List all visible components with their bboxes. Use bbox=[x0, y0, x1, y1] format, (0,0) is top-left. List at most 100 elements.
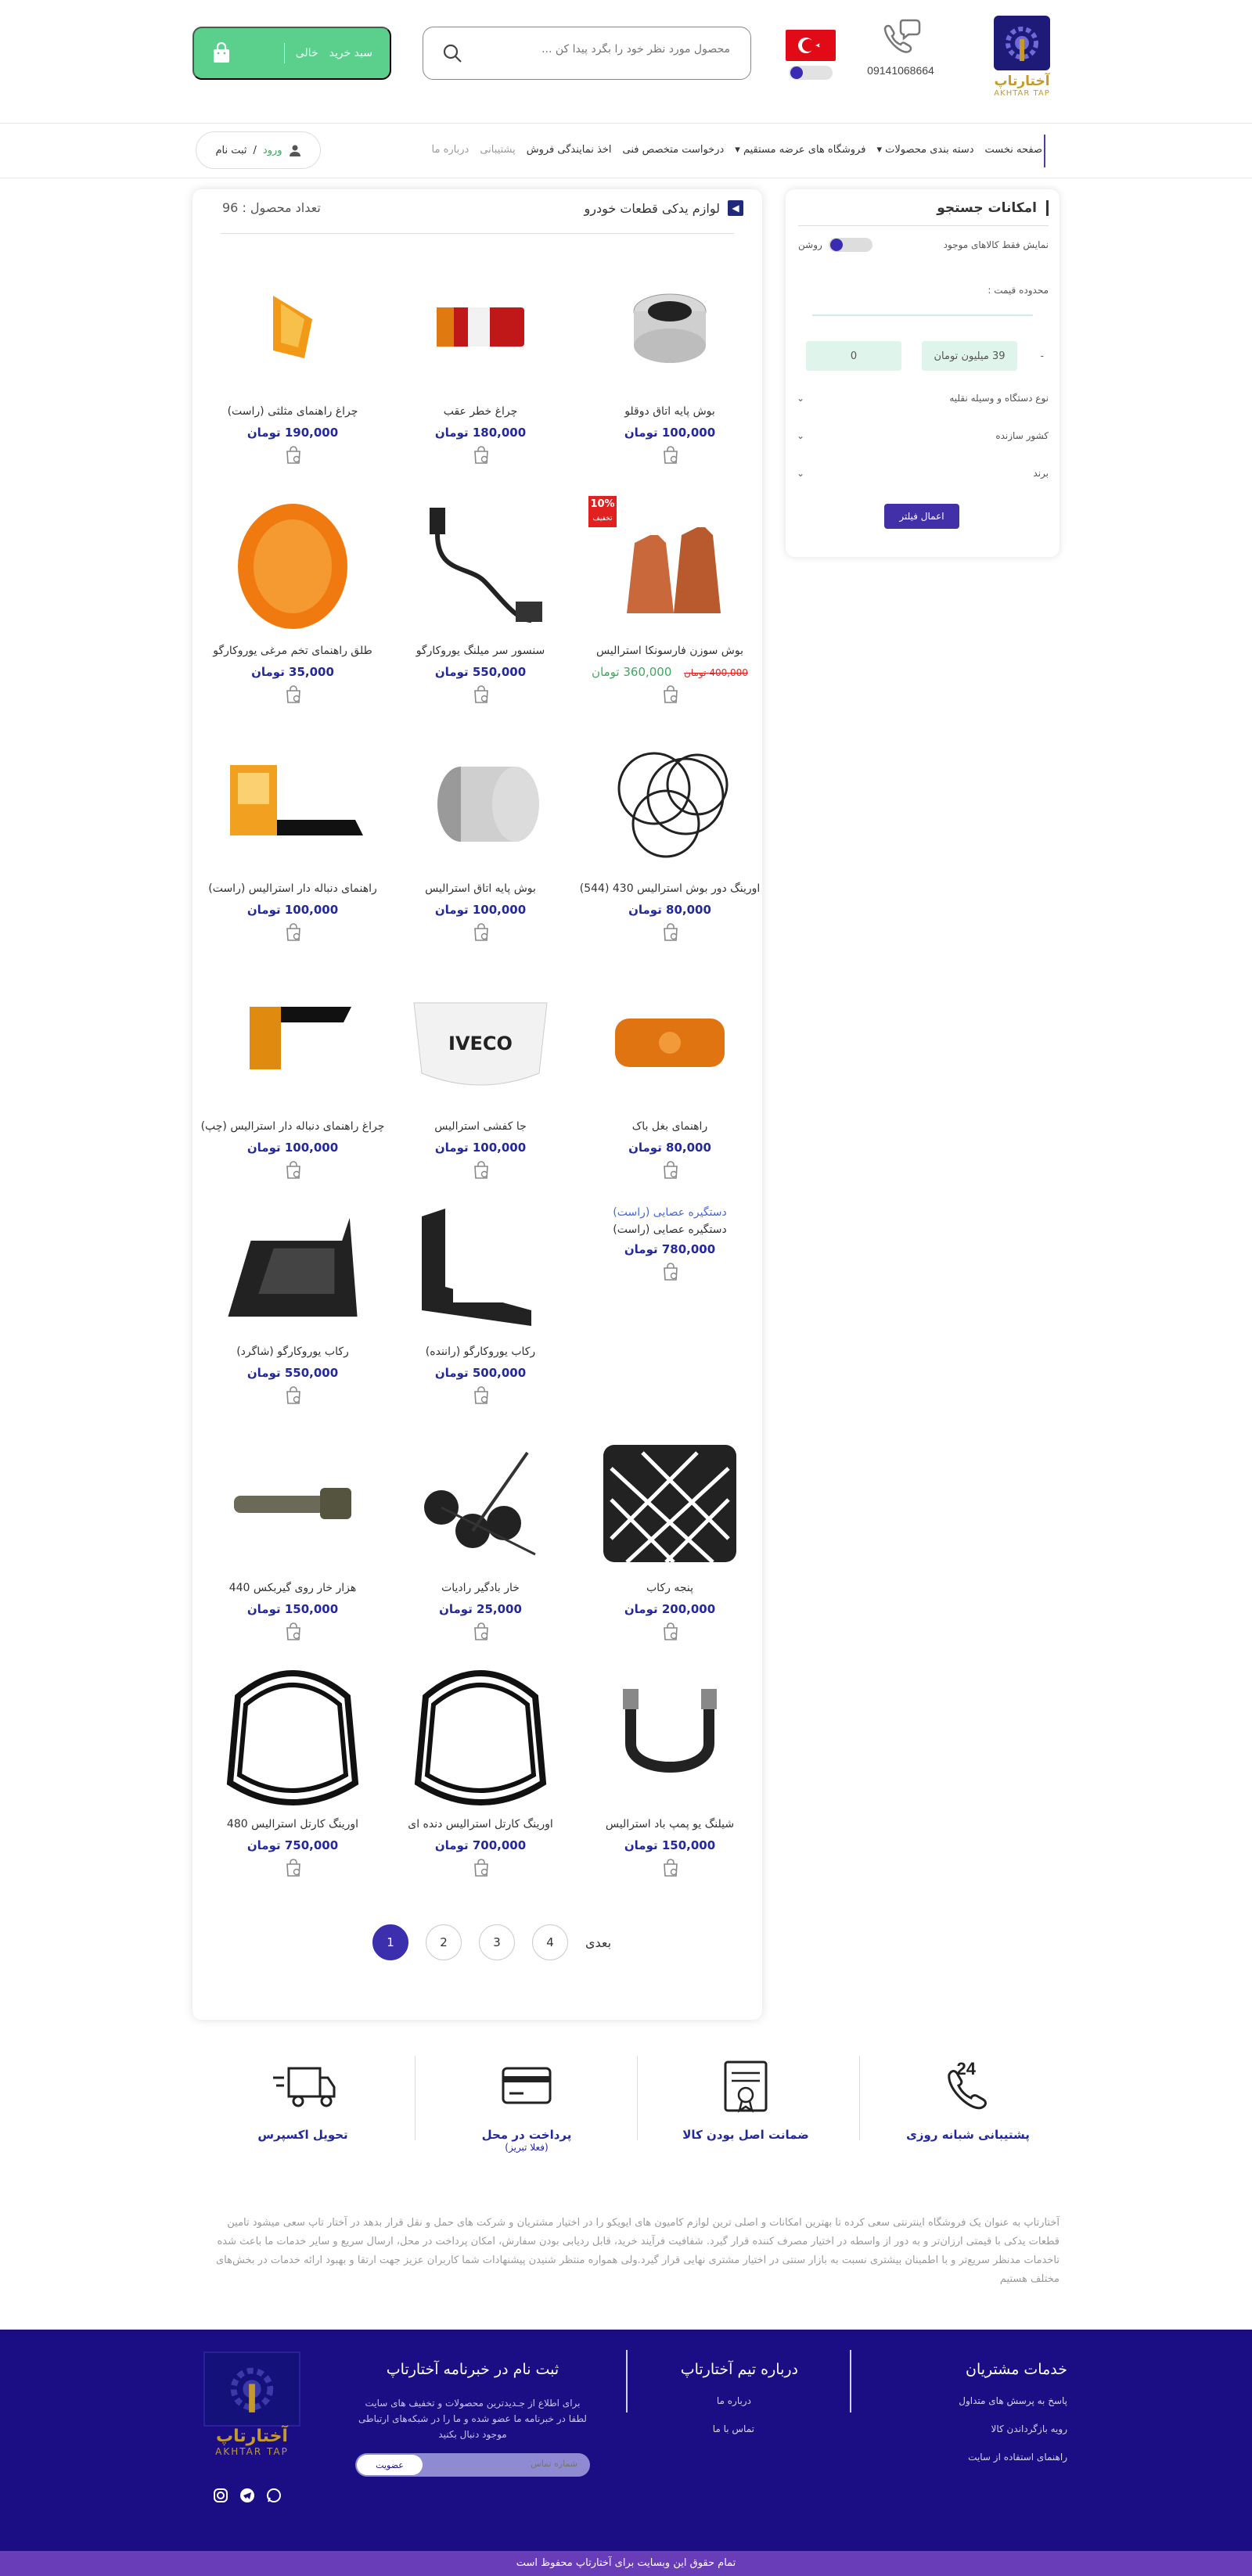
product-card[interactable]: IVECO جا کفشی استرالیس 100,000 تومان bbox=[388, 972, 573, 1206]
footer-link-contact[interactable]: تماس با ما bbox=[642, 2423, 754, 2434]
add-to-cart-icon[interactable] bbox=[285, 1622, 302, 1644]
next-page-link[interactable]: بعدی bbox=[585, 1935, 611, 1950]
footer-link-guide[interactable]: راهنمای استفاده از سایت bbox=[911, 2452, 1067, 2463]
nav-support[interactable]: پشتیبانی bbox=[480, 144, 515, 156]
product-image[interactable] bbox=[590, 1669, 750, 1810]
product-image[interactable] bbox=[590, 734, 750, 875]
register-link[interactable]: ثبت نام bbox=[215, 145, 246, 156]
add-to-cart-icon[interactable] bbox=[285, 446, 302, 468]
whatsapp-icon[interactable] bbox=[266, 2488, 282, 2506]
product-card[interactable]: اورینگ کارتل استرالیس 480 750,000 تومان bbox=[200, 1669, 385, 1904]
product-card[interactable]: رکاب یوروکارگو (شاگرد) 550,000 تومان bbox=[200, 1197, 385, 1432]
add-to-cart-icon[interactable] bbox=[662, 685, 679, 707]
add-to-cart-icon[interactable] bbox=[662, 1263, 679, 1284]
product-card[interactable]: چراغ خطر عقب 180,000 تومان bbox=[388, 257, 573, 491]
product-name[interactable]: شیلنگ یو پمپ باد استرالیس bbox=[577, 1818, 762, 1831]
price-max-box[interactable]: 39 میلیون تومان bbox=[922, 341, 1017, 371]
add-to-cart-icon[interactable] bbox=[473, 1386, 490, 1408]
nav-categories[interactable]: دسته بندی محصولات ▾ bbox=[876, 144, 973, 156]
product-card[interactable]: طلق راهنمای تخم مرغی یوروکارگو 35,000 توم… bbox=[200, 496, 385, 731]
nav-home[interactable]: صفحه نخست bbox=[985, 144, 1042, 156]
add-to-cart-icon[interactable] bbox=[285, 923, 302, 945]
newsletter-phone-input[interactable] bbox=[429, 2459, 577, 2469]
product-name[interactable]: جا کفشی استرالیس bbox=[388, 1120, 573, 1133]
search-input[interactable] bbox=[487, 43, 730, 56]
product-card[interactable]: راهنمای بغل باک 80,000 تومان bbox=[577, 972, 762, 1206]
product-name[interactable]: راهنمای دنباله دار استرالیس (راست) bbox=[200, 882, 385, 895]
product-card[interactable]: اورینگ کارتل استرالیس دنده ای 700,000 توم… bbox=[388, 1669, 573, 1904]
product-image[interactable] bbox=[213, 1669, 372, 1810]
add-to-cart-icon[interactable] bbox=[473, 923, 490, 945]
nav-about[interactable]: درباره ما bbox=[432, 144, 470, 156]
product-image[interactable] bbox=[213, 1197, 372, 1338]
product-name[interactable]: سنسور سر میلنگ یوروکارگو bbox=[388, 645, 573, 657]
product-image[interactable] bbox=[401, 1669, 560, 1810]
apply-filter-button[interactable]: اعمال فیلتر bbox=[884, 504, 959, 529]
add-to-cart-icon[interactable] bbox=[473, 1622, 490, 1644]
product-image[interactable] bbox=[401, 496, 560, 637]
product-image[interactable] bbox=[213, 972, 372, 1112]
footer-logo[interactable]: آختارتاپ AKHTAR TAP bbox=[200, 2351, 304, 2461]
filter-brand[interactable]: برند ⌄ bbox=[797, 468, 1049, 479]
page-2-button[interactable]: 2 bbox=[426, 1924, 462, 1960]
site-logo[interactable]: آختارتاپ AKHTAR TAP bbox=[992, 16, 1052, 102]
footer-link-about[interactable]: درباره ما bbox=[642, 2395, 751, 2406]
add-to-cart-icon[interactable] bbox=[473, 1161, 490, 1183]
filter-vehicle-type[interactable]: نوع دستگاه و وسیله نقلیه ⌄ bbox=[797, 393, 1049, 404]
product-card[interactable]: بوش پایه اتاق دوقلو 100,000 تومان bbox=[577, 257, 762, 491]
product-name[interactable]: راهنمای بغل باک bbox=[577, 1120, 762, 1133]
product-name[interactable]: دستگیره عصایی (راست) bbox=[577, 1223, 762, 1236]
product-name[interactable]: چراغ خطر عقب bbox=[388, 405, 573, 418]
product-name[interactable]: رکاب یوروکارگو (شاگرد) bbox=[200, 1345, 385, 1358]
add-to-cart-icon[interactable] bbox=[662, 1622, 679, 1644]
add-to-cart-icon[interactable] bbox=[662, 1161, 679, 1183]
product-image[interactable] bbox=[590, 972, 750, 1112]
product-card[interactable]: چراغ راهنمای مثلثی (راست) 190,000 تومان bbox=[200, 257, 385, 491]
support-phone[interactable]: 09141068664 bbox=[859, 17, 942, 77]
nav-tech-request[interactable]: درخواست متخصص فنی bbox=[622, 144, 724, 156]
product-image[interactable] bbox=[401, 1197, 560, 1338]
nav-direct-stores[interactable]: فروشگاه های عرضه مستقیم ▾ bbox=[735, 144, 865, 156]
add-to-cart-icon[interactable] bbox=[285, 685, 302, 707]
product-card[interactable]: شیلنگ یو پمپ باد استرالیس 150,000 تومان bbox=[577, 1669, 762, 1904]
product-image[interactable] bbox=[213, 257, 372, 397]
turkey-flag-icon[interactable] bbox=[786, 30, 836, 61]
cart-button[interactable]: سبد خرید خالی bbox=[192, 27, 391, 80]
product-card[interactable]: چراغ راهنمای دنباله دار استرالیس (چپ) 100… bbox=[200, 972, 385, 1206]
product-name[interactable]: رکاب یوروکارگو (راننده) bbox=[388, 1345, 573, 1358]
product-image[interactable] bbox=[401, 734, 560, 875]
login-link[interactable]: ورود bbox=[263, 145, 282, 156]
product-card[interactable]: اورینگ دور بوش استرالیس 430 (544) 80,000 … bbox=[577, 734, 762, 968]
product-card[interactable]: دستگیره عصایی (راست) دستگیره عصایی (راست)… bbox=[577, 1197, 762, 1432]
product-name[interactable]: چراغ راهنمای مثلثی (راست) bbox=[200, 405, 385, 418]
product-name[interactable]: چراغ راهنمای دنباله دار استرالیس (چپ) bbox=[200, 1120, 385, 1133]
product-image[interactable]: IVECO bbox=[401, 972, 560, 1112]
product-card[interactable]: پنجه رکاب 200,000 تومان bbox=[577, 1433, 762, 1668]
product-name[interactable]: هزار خار روی گیربکس 440 bbox=[200, 1582, 385, 1594]
telegram-icon[interactable] bbox=[239, 2488, 255, 2506]
add-to-cart-icon[interactable] bbox=[473, 685, 490, 707]
search-icon[interactable] bbox=[442, 43, 462, 66]
product-card[interactable]: رکاب یوروکارگو (راننده) 500,000 تومان bbox=[388, 1197, 573, 1432]
add-to-cart-icon[interactable] bbox=[662, 446, 679, 468]
product-name[interactable]: بوش پایه اتاق دوقلو bbox=[577, 405, 762, 418]
footer-link-faq[interactable]: پاسخ به پرسش های متداول bbox=[911, 2395, 1067, 2406]
page-4-button[interactable]: 4 bbox=[532, 1924, 568, 1960]
product-card[interactable]: سنسور سر میلنگ یوروکارگو 550,000 تومان bbox=[388, 496, 573, 731]
add-to-cart-icon[interactable] bbox=[662, 1859, 679, 1881]
product-name[interactable]: خار بادگیر رادیات bbox=[388, 1582, 573, 1594]
product-image[interactable] bbox=[401, 1433, 560, 1574]
product-name[interactable]: اورینگ کارتل استرالیس 480 bbox=[200, 1818, 385, 1831]
product-card[interactable]: راهنمای دنباله دار استرالیس (راست) 100,00… bbox=[200, 734, 385, 968]
add-to-cart-icon[interactable] bbox=[285, 1161, 302, 1183]
add-to-cart-icon[interactable] bbox=[662, 923, 679, 945]
product-image[interactable] bbox=[590, 257, 750, 397]
product-image[interactable] bbox=[213, 1433, 372, 1574]
product-image[interactable] bbox=[590, 1433, 750, 1574]
add-to-cart-icon[interactable] bbox=[285, 1386, 302, 1408]
product-name[interactable]: اورینگ کارتل استرالیس دنده ای bbox=[388, 1818, 573, 1831]
footer-link-return[interactable]: رویه بازگرداندن کالا bbox=[911, 2423, 1067, 2434]
add-to-cart-icon[interactable] bbox=[473, 1859, 490, 1881]
language-toggle[interactable] bbox=[789, 66, 833, 80]
product-image[interactable] bbox=[213, 734, 372, 875]
